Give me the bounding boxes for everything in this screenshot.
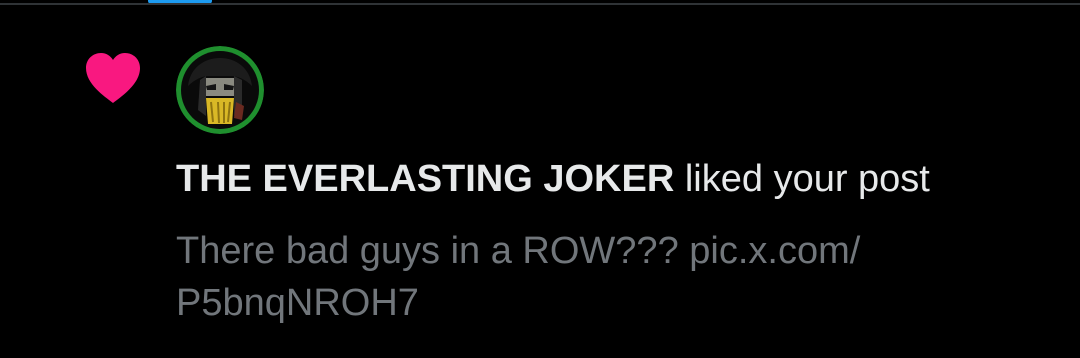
post-preview[interactable]: There bad guys in a ROW??? pic.x.com/ P5… [176,225,976,329]
post-text: There bad guys in a ROW??? pic.x.com/ [176,230,861,272]
post-link[interactable]: P5bnqNROH7 [176,277,976,329]
like-notification[interactable]: THE EVERLASTING JOKER liked your post Th… [0,5,1080,358]
notification-text: THE EVERLASTING JOKER liked your post [176,156,1036,202]
user-name-link[interactable]: THE EVERLASTING JOKER [176,158,674,200]
heart-icon [86,53,140,103]
avatar[interactable] [176,46,264,134]
action-text: liked your post [674,158,930,200]
